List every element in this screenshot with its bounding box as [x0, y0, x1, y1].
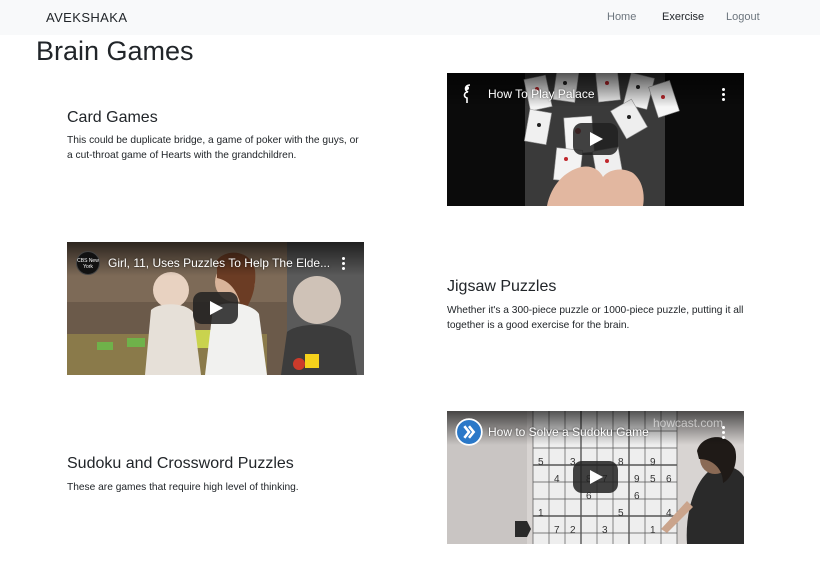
navbar: AVEKSHAKA Home Exercise Logout	[0, 0, 820, 35]
video-title[interactable]: How To Play Palace	[488, 87, 595, 101]
video-title[interactable]: How to Solve a Sudoku Game	[488, 425, 649, 439]
more-options-icon[interactable]	[340, 257, 346, 271]
sudoku-crossword-video[interactable]: How to Solve a Sudoku Game howcast.com 5…	[447, 411, 744, 544]
page-title: Brain Games	[36, 36, 194, 66]
sudoku-crossword-description: These are games that require high level …	[67, 482, 299, 493]
jigsaw-puzzles-description: Whether it's a 300-piece puzzle or 1000-…	[447, 305, 744, 331]
more-options-icon[interactable]	[720, 426, 726, 440]
card-games-description: This could be duplicate bridge, a game o…	[67, 135, 359, 161]
more-options-icon[interactable]	[720, 88, 726, 102]
nav-link-exercise[interactable]: Exercise	[662, 11, 704, 23]
card-games-video[interactable]: How To Play Palace	[447, 73, 744, 206]
sudoku-crossword-title: Sudoku and Crossword Puzzles	[67, 455, 294, 472]
play-button[interactable]	[573, 123, 618, 155]
cbs-new-york-icon[interactable]: CBS New York	[76, 251, 100, 275]
jigsaw-puzzles-title: Jigsaw Puzzles	[447, 278, 557, 295]
howcast-watermark: howcast.com	[653, 416, 724, 430]
howcast-icon[interactable]	[455, 418, 483, 446]
music-note-icon[interactable]	[456, 82, 480, 106]
nav-link-home[interactable]: Home	[607, 11, 636, 23]
jigsaw-puzzles-video[interactable]: CBS New York Girl, 11, Uses Puzzles To H…	[67, 242, 364, 375]
play-button[interactable]	[573, 461, 618, 493]
play-button[interactable]	[193, 292, 238, 324]
brand-logo[interactable]: AVEKSHAKA	[46, 10, 127, 25]
card-games-title: Card Games	[67, 109, 158, 126]
video-title[interactable]: Girl, 11, Uses Puzzles To Help The Elde.…	[108, 256, 330, 270]
nav-link-logout[interactable]: Logout	[726, 11, 760, 23]
